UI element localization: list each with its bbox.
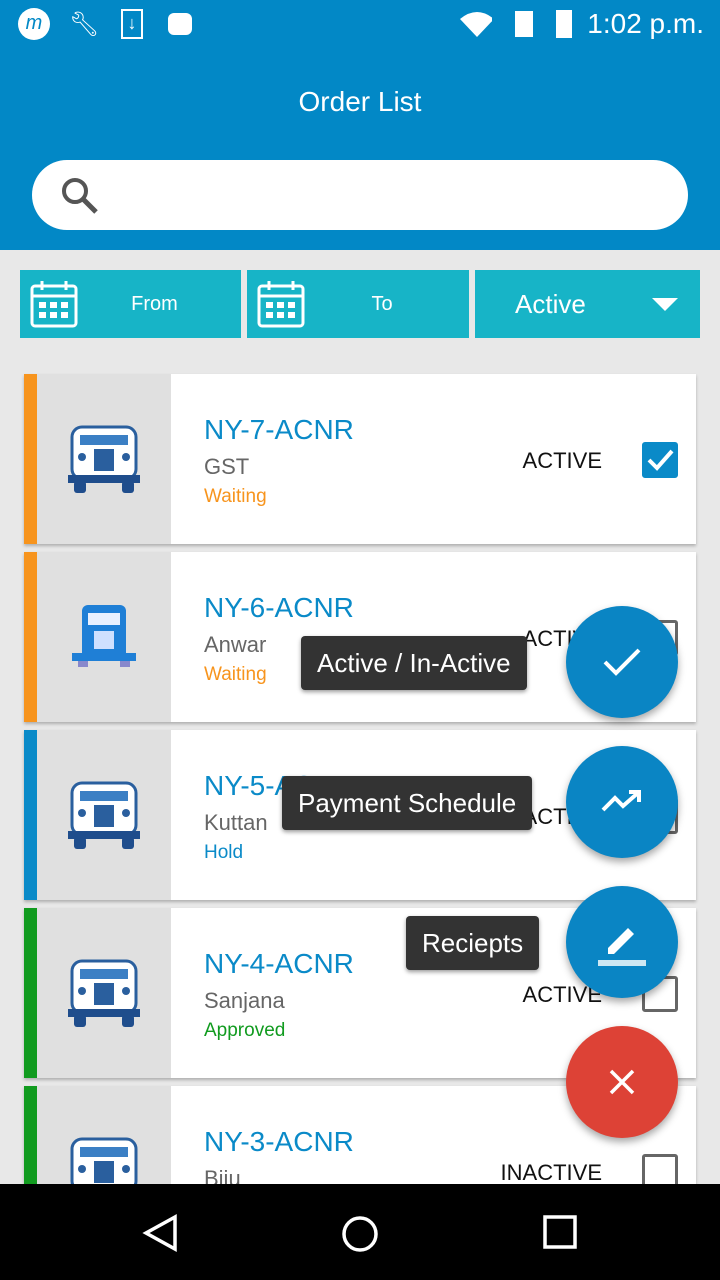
calendar-icon (30, 281, 78, 328)
status-stripe (24, 374, 37, 544)
order-status: Approved (204, 1020, 286, 1041)
active-state-label: INACTIVE (500, 1160, 602, 1185)
order-status: Hold (204, 842, 244, 863)
customer-name: Sanjana (204, 988, 285, 1013)
check-icon (647, 449, 674, 471)
customer-name: Anwar (204, 632, 267, 657)
search-icon (62, 178, 98, 214)
customer-name: Kuttan (204, 810, 268, 835)
sim-off-icon (508, 8, 540, 40)
tooltip-active-inactive: Active / In-Active (301, 636, 527, 690)
order-status: Waiting (204, 486, 267, 507)
check-icon (603, 648, 641, 676)
android-icon (164, 8, 196, 40)
active-state-label: ACTIVE (522, 448, 602, 473)
payment-schedule-fab[interactable] (566, 746, 678, 858)
truck-icon (37, 552, 171, 722)
bus-icon (37, 908, 171, 1078)
tooltip-receipts: Reciepts (406, 916, 540, 970)
status-time: 1:02 p.m. (587, 8, 704, 39)
customer-name: GST (204, 454, 250, 479)
calendar-icon (257, 281, 305, 328)
chevron-down-icon (652, 298, 678, 311)
active-inactive-fab[interactable] (566, 606, 678, 718)
wifi-icon (460, 8, 492, 40)
home-icon[interactable] (340, 1214, 380, 1254)
order-card[interactable]: NY-7-ACNR GST Waiting ACTIVE (24, 374, 696, 544)
order-code: NY-3-ACNR (204, 1126, 354, 1157)
to-date-button[interactable]: To (247, 270, 469, 338)
battery-charging-icon (548, 8, 580, 40)
order-code: NY-7-ACNR (204, 414, 354, 445)
wrench-icon: 🔧︎ (68, 10, 100, 38)
bus-icon (37, 730, 171, 900)
status-stripe (24, 552, 37, 722)
status-dropdown[interactable]: Active (475, 270, 700, 338)
trending-up-icon (601, 790, 641, 812)
status-stripe (24, 908, 37, 1078)
order-code: NY-4-ACNR (204, 948, 354, 979)
download-icon: ↓ (116, 8, 148, 40)
active-checkbox[interactable] (642, 442, 678, 478)
from-date-button[interactable]: From (20, 270, 241, 338)
close-icon (609, 1069, 635, 1095)
app-header: m 🔧︎ ↓ 1:02 p.m. Order List (0, 0, 720, 250)
back-icon[interactable] (142, 1214, 178, 1252)
search-input[interactable] (32, 160, 688, 230)
page-title: Order List (298, 86, 422, 117)
edit-icon (598, 928, 646, 966)
moto-icon: m (18, 8, 50, 40)
receipts-fab[interactable] (566, 886, 678, 998)
status-bar: m 🔧︎ ↓ 1:02 p.m. (0, 0, 720, 50)
navigation-bar (0, 1184, 720, 1280)
close-fab[interactable] (566, 1026, 678, 1138)
bus-icon (37, 374, 171, 544)
status-stripe (24, 730, 37, 900)
order-code: NY-6-ACNR (204, 592, 354, 623)
status-dropdown-value: Active (515, 288, 586, 319)
tooltip-payment-schedule: Payment Schedule (282, 776, 533, 830)
order-status: Waiting (204, 664, 267, 685)
recents-icon[interactable] (542, 1214, 578, 1250)
